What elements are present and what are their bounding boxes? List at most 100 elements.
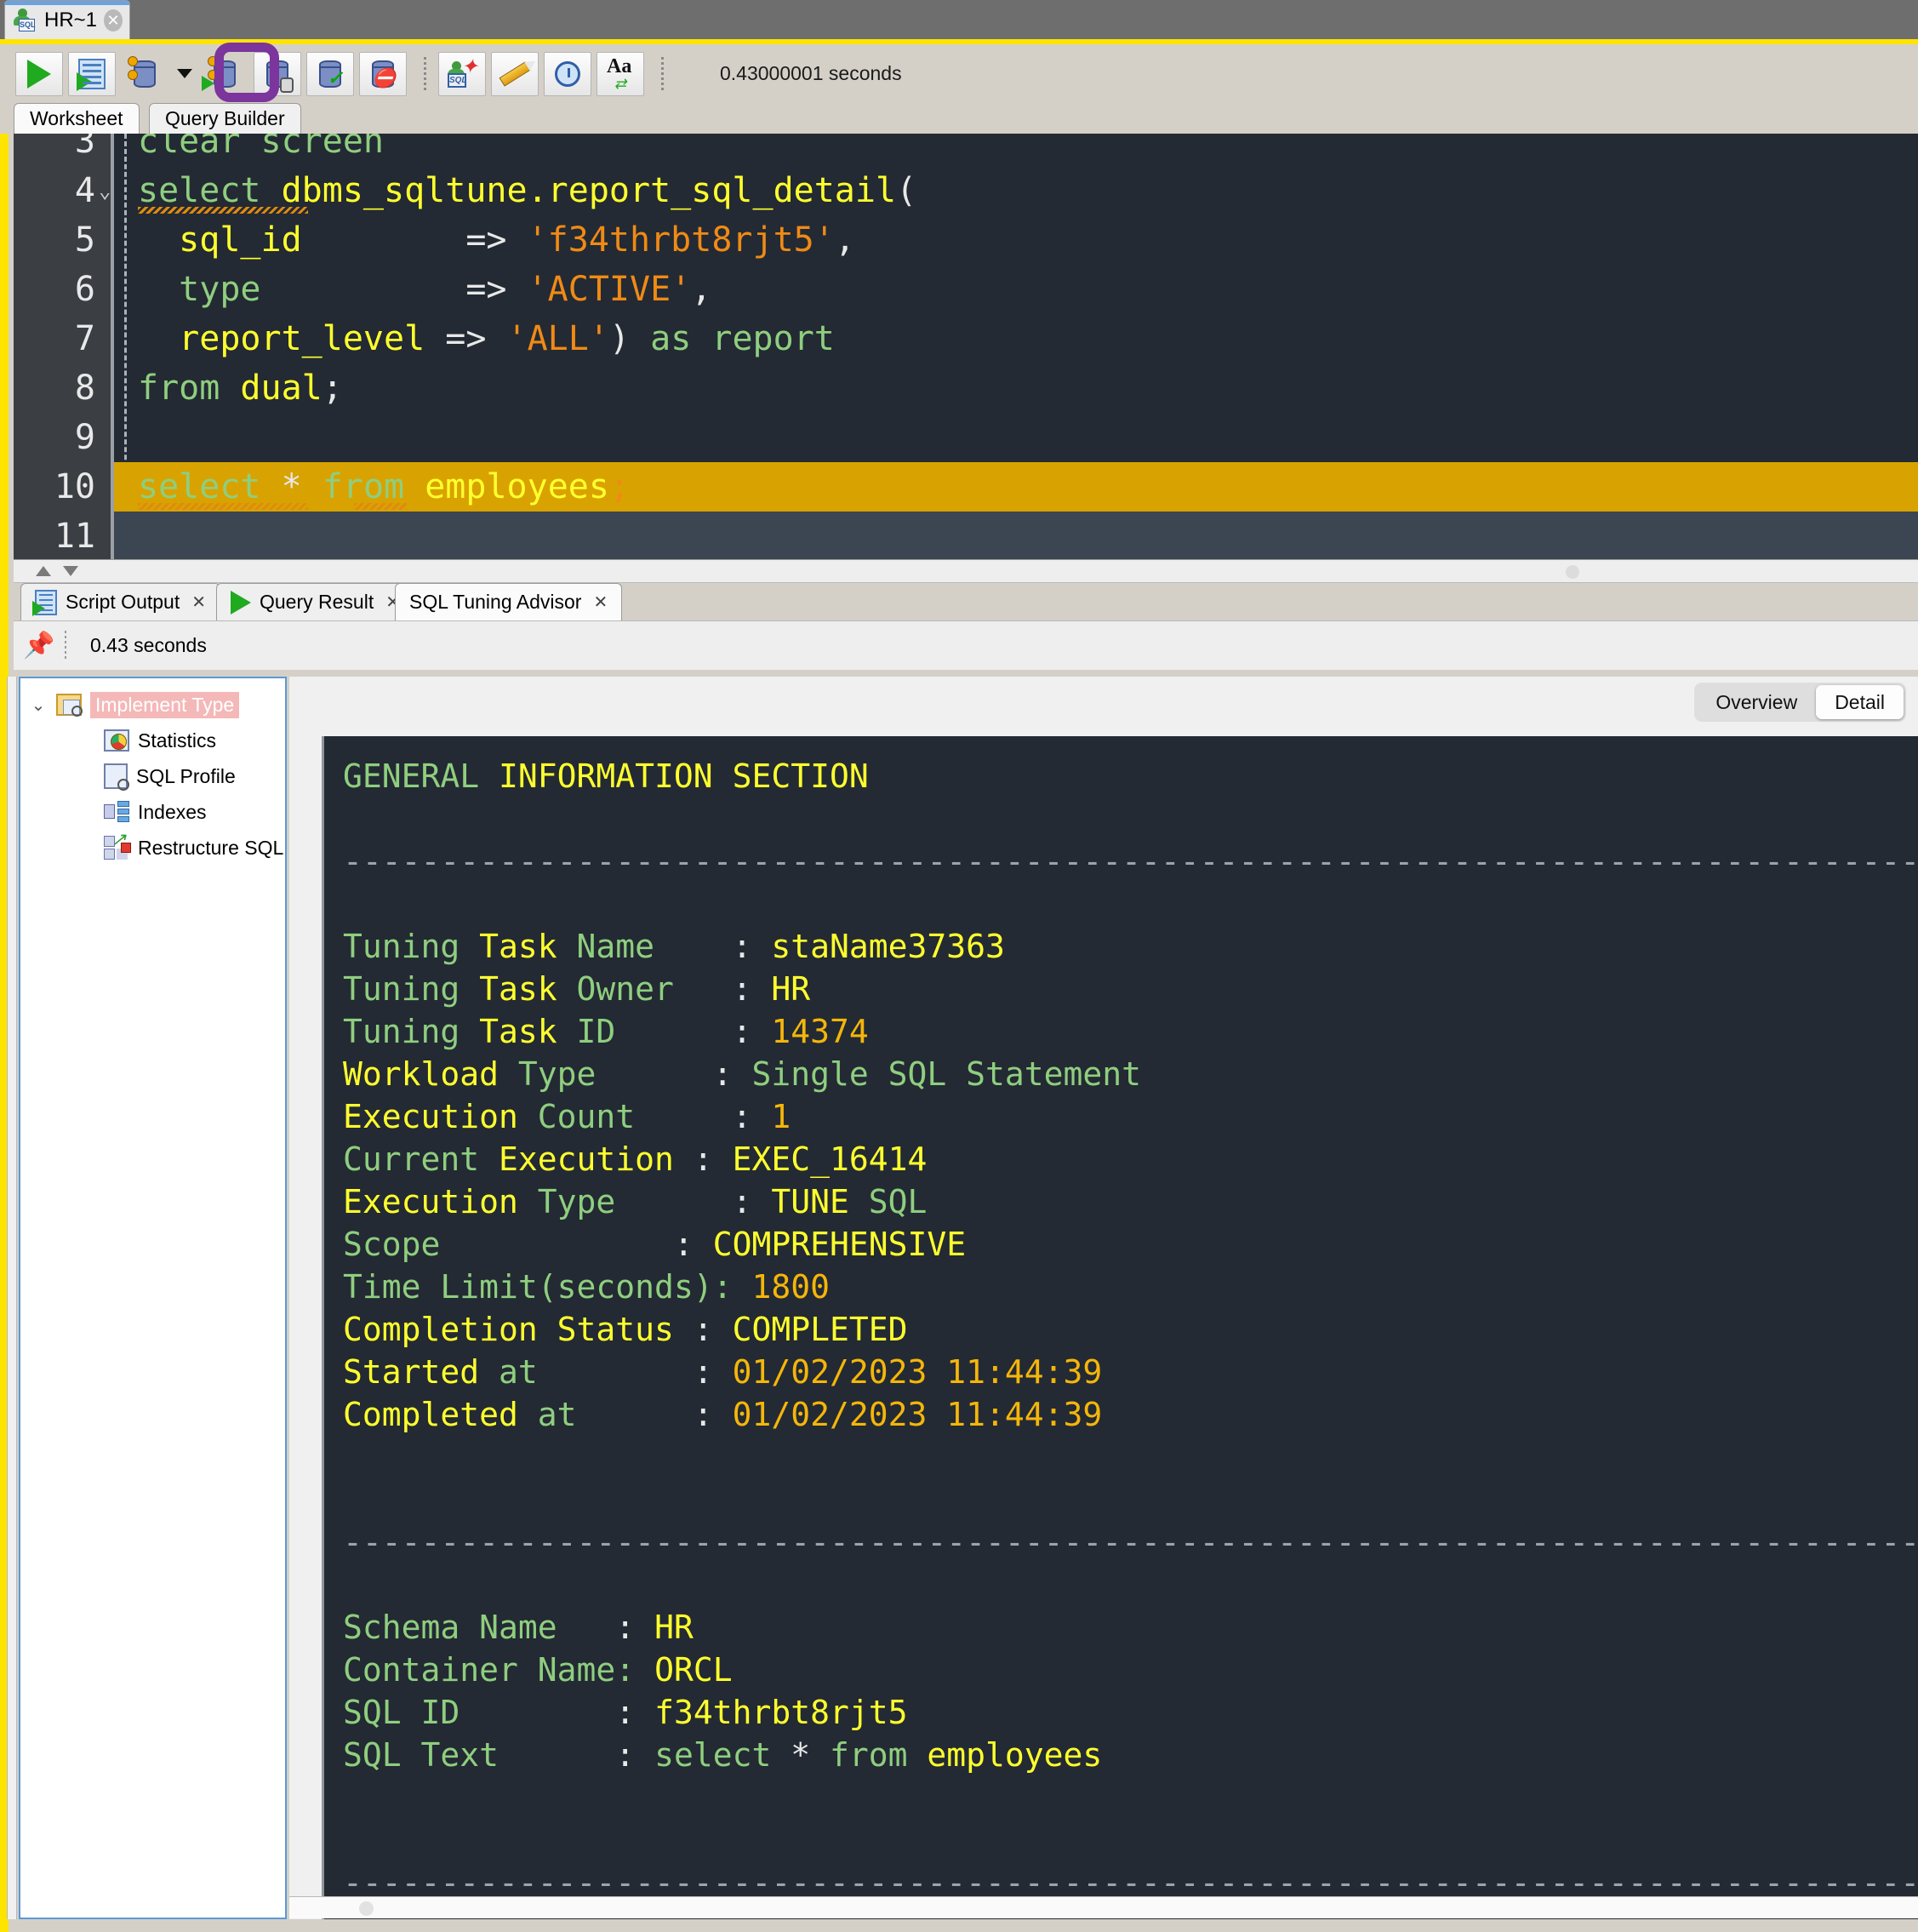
splitter-knob[interactable] bbox=[1566, 565, 1579, 579]
tab-sql-tuning-advisor[interactable]: SQL Tuning Advisor ✕ bbox=[395, 583, 623, 620]
tab-query-builder[interactable]: Query Builder bbox=[149, 103, 301, 134]
worksheet-toolbar: ✓ ⛔ SQL ✦ Aa ⇄ 0.43000001 seconds bbox=[0, 39, 1918, 103]
sql-history-button[interactable] bbox=[544, 51, 591, 96]
code-line: type => 'ACTIVE', bbox=[179, 270, 712, 309]
sql-tuning-advisor-button[interactable] bbox=[254, 51, 301, 96]
sql-tuning-advisor-icon bbox=[266, 60, 294, 93]
statistics-icon bbox=[104, 729, 129, 752]
case-convert-icon: Aa ⇄ bbox=[607, 54, 632, 92]
report-line: Container Name: ORCL bbox=[343, 1651, 733, 1689]
report-body: GENERAL INFORMATION SECTION ------------… bbox=[324, 736, 1918, 1919]
explain-plan-icon bbox=[202, 55, 236, 91]
report-line: Time Limit(seconds): 1800 bbox=[343, 1268, 830, 1306]
worksheet-tab-bar: Worksheet Query Builder bbox=[0, 103, 1918, 134]
autotrace-button[interactable] bbox=[121, 52, 168, 96]
report-pane: Overview Detail GENERAL INFORMATION SECT… bbox=[289, 677, 1918, 1919]
rollback-icon: ⛔ bbox=[372, 60, 396, 89]
to-upper-lower-button[interactable]: Aa ⇄ bbox=[597, 51, 644, 96]
tree-item-label: Indexes bbox=[138, 800, 207, 823]
tab-script-output[interactable]: Script Output ✕ bbox=[20, 583, 220, 620]
code-line: clear screen bbox=[138, 134, 384, 161]
document-tab-hr1[interactable]: SQL HR~1 ✕ bbox=[4, 0, 130, 39]
tab-query-result-label: Query Result bbox=[260, 591, 374, 613]
line-number: 8 bbox=[74, 369, 95, 408]
report-line: Scope : COMPREHENSIVE bbox=[343, 1226, 967, 1263]
report-line: ----------------------------------------… bbox=[343, 1523, 1918, 1561]
report-line: GENERAL INFORMATION SECTION bbox=[343, 757, 869, 795]
eraser-icon bbox=[499, 60, 531, 87]
run-statement-button[interactable] bbox=[15, 51, 63, 96]
run-script-button[interactable] bbox=[68, 51, 116, 96]
unshared-sql-worksheet-button[interactable]: SQL ✦ bbox=[438, 51, 486, 96]
report-text-area[interactable]: GENERAL INFORMATION SECTION ------------… bbox=[322, 736, 1918, 1919]
syntax-warning-underline bbox=[138, 207, 308, 214]
report-line: ----------------------------------------… bbox=[343, 843, 1918, 880]
tree-item-label: Statistics bbox=[138, 729, 217, 752]
status-text: 0.43 seconds bbox=[90, 634, 207, 656]
view-toggle[interactable]: Overview Detail bbox=[1694, 683, 1906, 722]
line-number: 10 bbox=[54, 467, 95, 506]
close-icon[interactable]: ✕ bbox=[104, 9, 123, 31]
report-line bbox=[343, 1819, 1918, 1861]
autotrace-dropdown[interactable] bbox=[174, 52, 196, 96]
tab-worksheet[interactable]: Worksheet bbox=[14, 103, 140, 134]
tab-worksheet-label: Worksheet bbox=[30, 107, 123, 129]
pushpin-icon[interactable]: 📌 bbox=[14, 631, 65, 660]
code-fold-icon[interactable]: ⌄ bbox=[99, 166, 111, 215]
line-number: 3 bbox=[74, 134, 95, 161]
sql-editor[interactable]: 3 clear screen 4 ⌄ select dbms_sqltune.repor… bbox=[14, 134, 1918, 559]
chevron-down-icon[interactable]: ⌄ bbox=[29, 694, 48, 716]
code-line: sql_id => 'f34thrbt8rjt5', bbox=[179, 220, 855, 260]
report-line: Schema Name : HR bbox=[343, 1609, 694, 1646]
toggle-detail[interactable]: Detail bbox=[1816, 685, 1904, 719]
tree-item-restructure-sql[interactable]: ↗ Restructure SQL bbox=[20, 831, 285, 864]
commit-button[interactable]: ✓ bbox=[306, 51, 354, 96]
line-number: 6 bbox=[74, 270, 95, 309]
toolbar-separator bbox=[424, 56, 426, 91]
editor-splitter[interactable] bbox=[14, 559, 1918, 583]
tree-item-sql-profile[interactable]: SQL Profile bbox=[20, 760, 285, 792]
report-line: Started at : 01/02/2023 11:44:39 bbox=[343, 1353, 1103, 1391]
code-line: from dual; bbox=[138, 369, 343, 408]
collapse-down-icon[interactable] bbox=[63, 566, 78, 576]
code-line: report_level => 'ALL') as report bbox=[179, 319, 835, 358]
tree-item-label: Implement Type bbox=[90, 691, 240, 718]
tab-query-result[interactable]: Query Result ✕ bbox=[216, 583, 414, 620]
divider bbox=[65, 630, 66, 661]
report-line: Current Execution : EXEC_16414 bbox=[343, 1140, 928, 1178]
close-icon[interactable]: ✕ bbox=[191, 592, 206, 613]
tab-script-output-label: Script Output bbox=[66, 591, 180, 613]
tree-item-statistics[interactable]: Statistics bbox=[20, 724, 285, 757]
clear-button[interactable] bbox=[491, 51, 539, 96]
line-number: 5 bbox=[74, 220, 95, 260]
current-line-row bbox=[114, 512, 1918, 559]
script-output-icon bbox=[32, 589, 57, 616]
sql-worksheet-icon: SQL ✦ bbox=[446, 56, 478, 89]
collapse-up-icon[interactable] bbox=[36, 566, 51, 576]
rollback-button[interactable]: ⛔ bbox=[359, 51, 407, 96]
left-scrollbar[interactable] bbox=[7, 677, 17, 1919]
report-horizontal-scrollbar[interactable] bbox=[289, 1896, 1918, 1918]
report-line bbox=[343, 1776, 1918, 1819]
syntax-warning-underline bbox=[138, 503, 308, 510]
tree-item-label: SQL Profile bbox=[136, 764, 236, 787]
tab-query-builder-label: Query Builder bbox=[165, 107, 285, 129]
tree-item-indexes[interactable]: Indexes bbox=[20, 796, 285, 828]
title-bar: SQL HR~1 ✕ bbox=[0, 0, 1918, 39]
report-line: Execution Count : 1 bbox=[343, 1098, 791, 1135]
clock-history-icon bbox=[555, 60, 580, 87]
restructure-sql-icon: ↗ bbox=[104, 831, 131, 860]
report-line: Execution Type : TUNE SQL bbox=[343, 1183, 928, 1220]
toolbar-separator-2 bbox=[661, 56, 664, 91]
report-line: Tuning Task Owner : HR bbox=[343, 970, 811, 1008]
tree-item-implement-type[interactable]: ⌄ Implement Type bbox=[20, 689, 285, 721]
report-line: Tuning Task Name : staName37363 bbox=[343, 928, 1005, 965]
report-line: Completed at : 01/02/2023 11:44:39 bbox=[343, 1396, 1103, 1433]
explain-plan-button[interactable] bbox=[201, 52, 248, 96]
recommendation-tree[interactable]: ⌄ Implement Type Statistics SQL Profile Inde… bbox=[19, 677, 287, 1919]
close-icon[interactable]: ✕ bbox=[593, 592, 608, 613]
green-play-icon bbox=[27, 59, 51, 89]
scroll-knob[interactable] bbox=[359, 1901, 374, 1916]
toggle-overview[interactable]: Overview bbox=[1697, 685, 1816, 719]
report-line: Tuning Task ID : 14374 bbox=[343, 1013, 869, 1050]
